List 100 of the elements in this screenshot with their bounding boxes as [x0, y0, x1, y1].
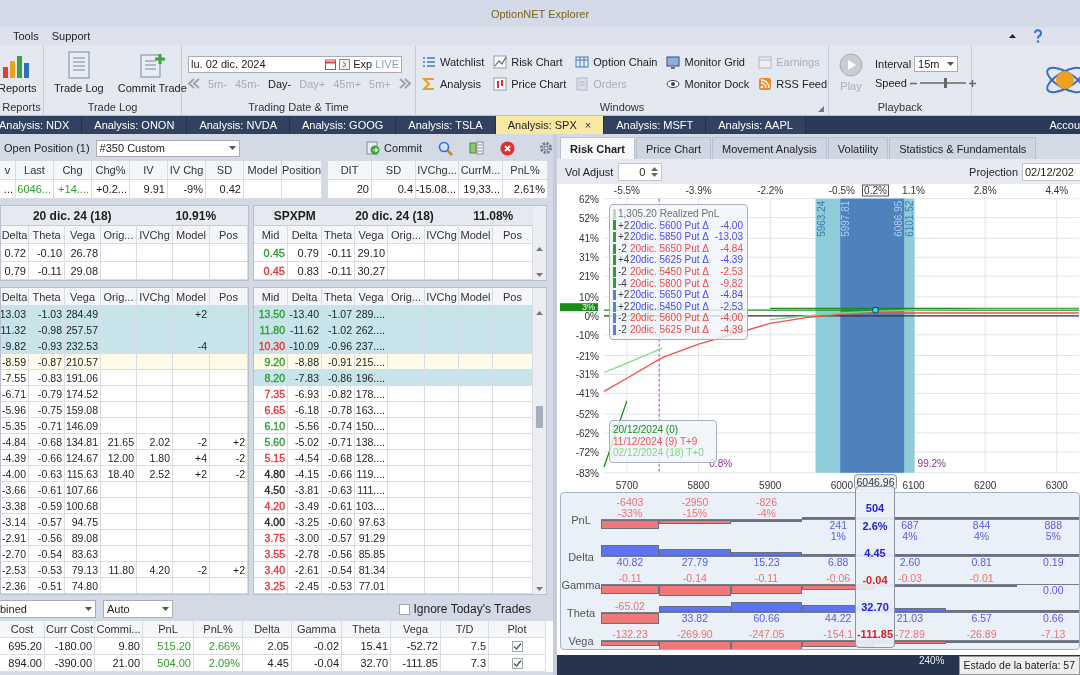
axis-label: -41% [575, 388, 599, 400]
table-cell: 4.50 [254, 482, 288, 498]
table-cell: -4 [173, 338, 210, 354]
group-label: Trade Log [86, 100, 139, 115]
legend-entry: -2 20dic. 5600 Put Δ -4.00 [618, 312, 743, 324]
percent-label: -0.5% [828, 185, 855, 196]
greek-label: Vega [567, 634, 595, 649]
table-cell: -390.00 [45, 655, 95, 672]
table-cell: 2.09% [194, 655, 243, 672]
greek-value: -65.02 [615, 601, 645, 612]
table-cell: -3.00 [288, 530, 322, 546]
percent-label: -5.5% [613, 185, 640, 196]
table-cell: 257.57 [65, 322, 101, 338]
table-cell: -0.71 [322, 434, 355, 450]
greek-value: 4.45 [864, 546, 886, 559]
table-cell: ... [0, 180, 16, 199]
table-cell: 4.80 [254, 466, 288, 482]
table-cell: -4.15 [288, 466, 322, 482]
table-cell: 20 [328, 180, 372, 199]
legend-entry: -2 20dic. 5450 Put Δ -2.53 [618, 265, 743, 278]
axis-label: -62% [575, 428, 599, 439]
table-cell: -10.09 [288, 338, 322, 354]
legend-entry: +220dic. 5450 Put Δ -2.53 [618, 300, 743, 313]
table-cell: 2.61% [503, 180, 548, 199]
table-cell: -4.39 [1, 450, 29, 466]
table-cell: -2.78 [288, 546, 322, 562]
band-label: 6101.52 [903, 200, 915, 237]
table-cell: -4.54 [288, 450, 322, 466]
vol-adjust-label: Vol Adjust [565, 165, 614, 178]
table-cell: -0.61 [29, 482, 65, 498]
greek-value: -0.04 [862, 573, 888, 586]
band-label: 5997.81 [840, 200, 852, 237]
table-cell: 0.83 [288, 262, 322, 280]
table-cell: 284.49 [65, 306, 101, 322]
table-cell: -3.25 [288, 514, 322, 530]
open-position-label: Open Position (1) [4, 142, 90, 154]
table-cell: 6046... [16, 180, 54, 199]
table-cell: 74.80 [65, 578, 101, 594]
greek-value: -826 [756, 497, 778, 508]
table-cell: -0.10 [29, 244, 65, 262]
table-cell: +4 [173, 450, 210, 466]
interval-label: Interval [875, 58, 912, 70]
greek-percent: -33% [617, 508, 643, 519]
table-cell: -2.70 [1, 546, 29, 562]
table-cell: -6.93 [288, 386, 322, 402]
zoom-level: 240% [918, 655, 945, 667]
table-cell: -0.78 [322, 402, 355, 418]
table-cell: 289.... [355, 306, 388, 322]
table-cell: 100.68 [65, 498, 101, 514]
greek-percent: -4% [757, 508, 776, 519]
axis-label: 62% [579, 193, 599, 205]
table-cell: -2.91 [1, 530, 29, 546]
table-cell: 10.30 [254, 338, 288, 354]
greek-value: 44.22 [825, 613, 852, 624]
table-cell: 9.20 [254, 354, 288, 370]
table-cell: -0.53 [29, 562, 65, 578]
axis-label: 52% [579, 212, 599, 224]
table-cell: 134.81 [65, 434, 101, 450]
greek-value: -154.1 [823, 629, 854, 640]
table-cell: -1.07 [322, 306, 355, 322]
table-cell: 0.79 [1, 262, 29, 280]
axis-label: -83% [575, 467, 599, 479]
greek-percent: 1% [830, 531, 846, 542]
table-cell: 83.63 [65, 546, 101, 562]
table-cell: -0.02 [292, 638, 342, 655]
table-cell: -1.02 [322, 322, 355, 338]
table-cell: 94.75 [65, 514, 101, 530]
axis-label: 5700 [615, 479, 639, 490]
table-cell: 3.75 [254, 530, 288, 546]
table-cell: 0.4 [372, 180, 416, 199]
table-cell: -9% [168, 180, 206, 199]
table-cell: 262.... [355, 322, 388, 338]
window-title: OptionNET Explorer [490, 7, 590, 20]
table-cell: 18.40 [101, 466, 137, 482]
table-cell: 29.08 [65, 262, 101, 280]
table-cell: 97.63 [355, 514, 388, 530]
symbol-label: SPXPM [273, 208, 316, 223]
table-cell: 2.02 [137, 434, 173, 450]
table-cell: -0.11 [322, 244, 355, 262]
table-cell: -0.74 [322, 418, 355, 434]
table-cell: 11.80 [101, 562, 137, 578]
table-cell: -0.59 [29, 498, 65, 514]
table-cell: 29.10 [355, 244, 388, 262]
axis-label: 0% [584, 310, 599, 322]
greek-value: -247.05 [748, 629, 785, 640]
probability-label: 0.8% [709, 457, 733, 469]
table-cell: -0.56 [29, 530, 65, 546]
legend-entry: 11/12/2024 (9) T+9 [613, 435, 699, 448]
table-cell: -2.53 [1, 562, 29, 578]
table-cell: 111.... [355, 482, 388, 498]
greek-label: PnL [570, 513, 592, 528]
table-cell: -4.00 [1, 466, 29, 482]
table-cell: -13.40 [288, 306, 322, 322]
legend-entry: +420dic. 5625 Put Δ -4.39 [618, 254, 743, 266]
table-cell: -0.66 [29, 450, 65, 466]
table-cell: 13.03 [1, 306, 29, 322]
table-cell: 515.20 [143, 638, 194, 655]
greek-label: Theta [565, 606, 597, 621]
axis-label: -21% [575, 350, 599, 362]
table-cell: 81.34 [355, 562, 388, 578]
